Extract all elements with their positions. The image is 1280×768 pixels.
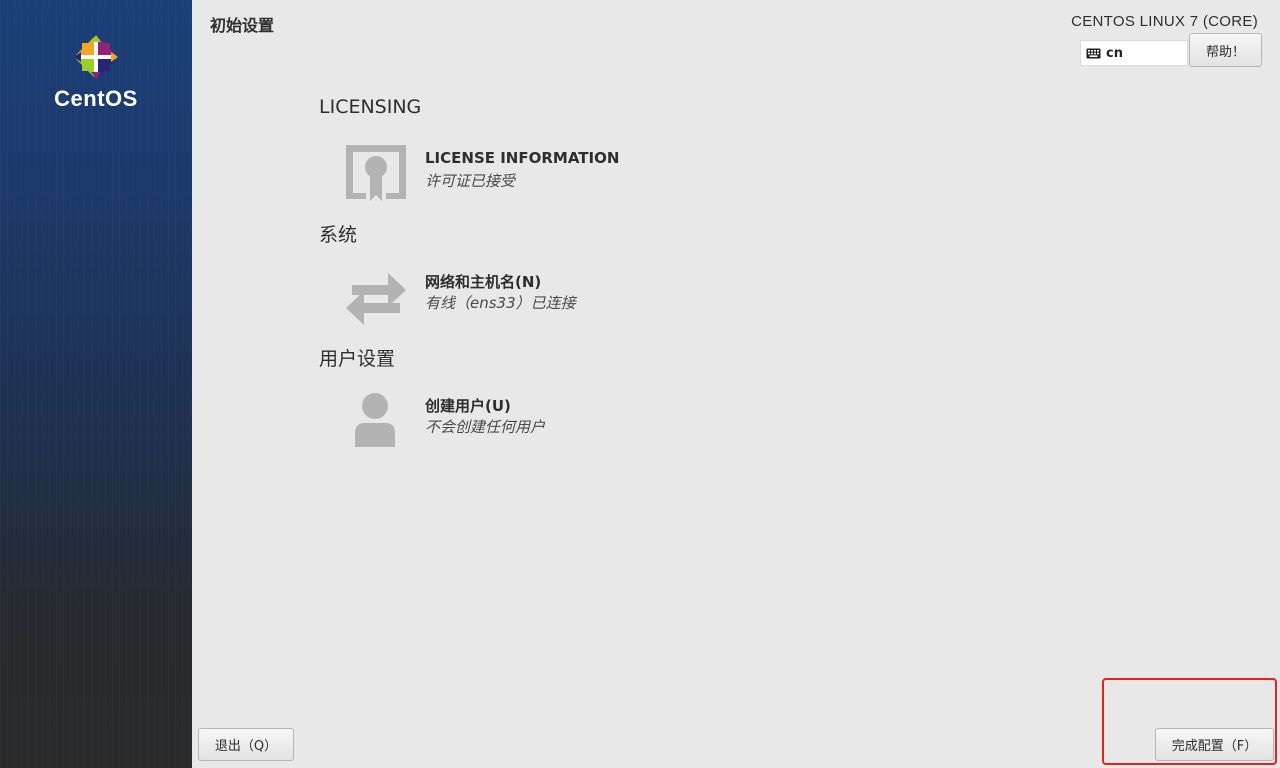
network-arrows-icon <box>346 273 406 325</box>
finish-configuration-button[interactable]: 完成配置（F） <box>1155 728 1274 761</box>
user-icon <box>355 393 395 447</box>
logo-text: CentOS <box>54 86 138 111</box>
section-title-system: 系统 <box>319 224 358 246</box>
spoke-status: 许可证已接受 <box>425 172 516 190</box>
spoke-license-information[interactable]: LICENSE INFORMATION 许可证已接受 <box>344 143 704 207</box>
product-title: CENTOS LINUX 7 (CORE) <box>1071 13 1258 30</box>
main-hub: 初始设置 CENTOS LINUX 7 (CORE) cn 帮助！ LICENS… <box>192 0 1280 768</box>
spoke-title: LICENSE INFORMATION <box>425 149 620 167</box>
spoke-network-hostname[interactable]: 网络和主机名(N) 有线（ens33）已连接 <box>344 265 704 329</box>
centos-logo-icon <box>74 35 118 79</box>
centos-logo: CentOS <box>0 34 192 112</box>
help-button[interactable]: 帮助！ <box>1189 33 1262 67</box>
license-certificate-icon <box>346 145 406 201</box>
spoke-status: 有线（ens33）已连接 <box>425 294 576 312</box>
keyboard-icon <box>1086 48 1101 58</box>
page-title: 初始设置 <box>210 16 275 35</box>
spoke-create-user[interactable]: 创建用户(U) 不会创建任何用户 <box>344 389 704 453</box>
quit-button[interactable]: 退出（Q） <box>198 728 294 761</box>
keyboard-layout-indicator[interactable]: cn <box>1080 40 1188 66</box>
keyboard-layout-label: cn <box>1106 45 1123 61</box>
spoke-status: 不会创建任何用户 <box>425 418 546 436</box>
section-title-licensing: LICENSING <box>319 96 422 118</box>
section-title-user-settings: 用户设置 <box>319 348 396 370</box>
spoke-title: 网络和主机名(N) <box>425 273 542 291</box>
spoke-title: 创建用户(U) <box>425 397 511 415</box>
sidebar: CentOS <box>0 0 192 768</box>
